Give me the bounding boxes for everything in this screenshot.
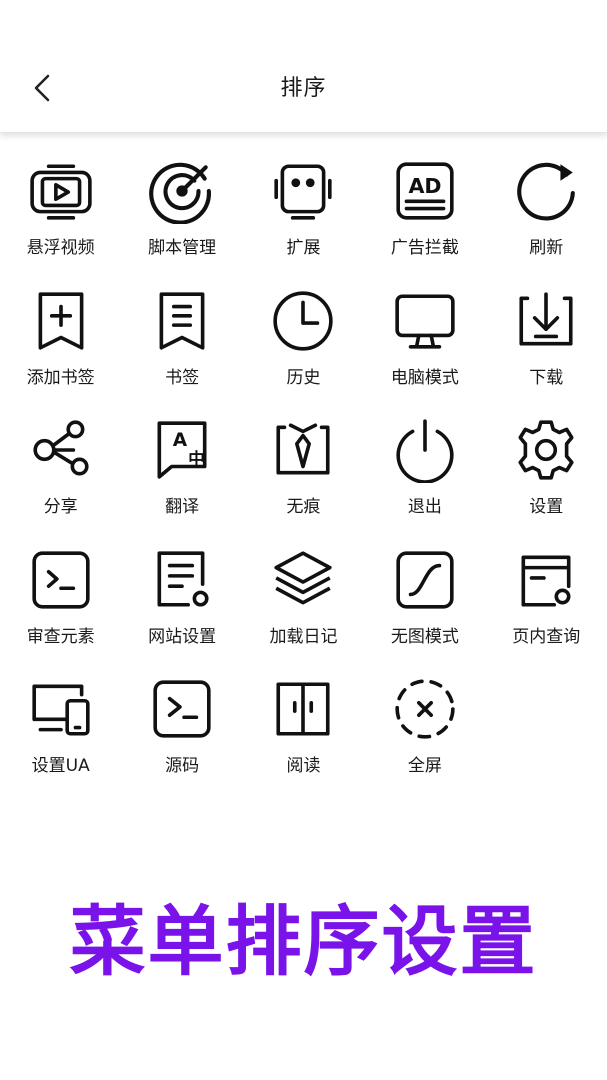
menu-item-add-bookmark[interactable]: 添加书签 — [0, 285, 121, 415]
menu-item-label: 无图模式 — [390, 626, 459, 647]
menu-item-label: 历史 — [286, 367, 321, 388]
menu-item-find-in-page[interactable]: 页内查询 — [486, 544, 607, 674]
translate-icon: A 中 — [146, 414, 218, 486]
svg-text:AD: AD — [408, 174, 441, 198]
menu-item-refresh[interactable]: 刷新 — [486, 155, 607, 285]
reader-icon — [267, 673, 339, 745]
menu-item-label: 加载日记 — [269, 626, 338, 647]
menu-item-label: 网站设置 — [148, 626, 217, 647]
script-target-icon — [146, 155, 218, 227]
menu-item-label: 源码 — [165, 756, 200, 776]
menu-item-label: 广告拦截 — [390, 238, 459, 258]
layers-log-icon — [267, 544, 339, 616]
menu-item-label: 设置 — [529, 497, 564, 517]
site-settings-icon — [146, 544, 218, 616]
menu-item-label: 无痕 — [286, 497, 321, 517]
menu-item-load-log[interactable]: 加载日记 — [243, 544, 364, 674]
menu-item-label: 添加书签 — [26, 367, 95, 388]
menu-item-desktop-mode[interactable]: 电脑模式 — [364, 285, 485, 415]
history-clock-icon — [267, 285, 339, 357]
menu-item-source-code[interactable]: 源码 — [121, 673, 242, 803]
gear-icon — [510, 414, 582, 486]
source-code-icon — [146, 673, 218, 745]
menu-item-set-ua[interactable]: 设置UA — [0, 673, 121, 803]
menu-item-label: 电脑模式 — [390, 367, 459, 388]
menu-item-label: 分享 — [43, 497, 78, 517]
menu-item-bookmarks[interactable]: 书签 — [121, 285, 242, 415]
menu-item-label: 审查元素 — [26, 626, 95, 647]
menu-item-label: 页内查询 — [512, 626, 581, 647]
top-bar: 排序 — [0, 0, 607, 133]
menu-item-label: 扩展 — [286, 238, 321, 258]
menu-item-label: 脚本管理 — [148, 238, 217, 258]
menu-item-label: 阅读 — [286, 756, 321, 776]
menu-item-label: 下载 — [529, 367, 564, 388]
menu-item-label: 刷新 — [529, 238, 564, 258]
menu-item-no-image-mode[interactable]: 无图模式 — [364, 544, 485, 674]
fullscreen-icon — [389, 673, 461, 745]
share-icon — [25, 414, 97, 486]
menu-item-label: 悬浮视频 — [26, 238, 95, 258]
menu-item-inspect-element[interactable]: 审查元素 — [0, 544, 121, 674]
power-exit-icon — [389, 414, 461, 486]
incognito-icon — [267, 414, 339, 486]
ad-block-icon: AD — [389, 155, 461, 227]
menu-item-exit[interactable]: 退出 — [364, 414, 485, 544]
menu-item-history[interactable]: 历史 — [243, 285, 364, 415]
floating-video-icon — [25, 155, 97, 227]
svg-text:A: A — [173, 430, 188, 451]
menu-item-incognito[interactable]: 无痕 — [243, 414, 364, 544]
menu-grid: 悬浮视频 脚本管理 扩展 AD 广告拦截 刷新 添加书签 书签 历史 电脑模式 … — [0, 155, 607, 803]
menu-item-label: 翻译 — [165, 497, 200, 517]
extension-robot-icon — [267, 155, 339, 227]
menu-item-downloads[interactable]: 下载 — [486, 285, 607, 415]
page-title: 排序 — [280, 76, 327, 101]
user-agent-devices-icon — [25, 673, 97, 745]
promo-banner-text: 菜单排序设置 — [69, 897, 538, 986]
find-in-page-icon — [510, 544, 582, 616]
menu-item-ad-block[interactable]: AD 广告拦截 — [364, 155, 485, 285]
inspect-terminal-icon — [25, 544, 97, 616]
add-bookmark-icon — [25, 285, 97, 357]
download-icon — [510, 285, 582, 357]
menu-item-reader[interactable]: 阅读 — [243, 673, 364, 803]
menu-item-label: 设置UA — [31, 756, 90, 776]
menu-item-floating-video[interactable]: 悬浮视频 — [0, 155, 121, 285]
no-image-icon — [389, 544, 461, 616]
menu-item-share[interactable]: 分享 — [0, 414, 121, 544]
menu-item-script-manager[interactable]: 脚本管理 — [121, 155, 242, 285]
menu-item-label: 全屏 — [407, 756, 442, 776]
menu-item-label: 书签 — [165, 367, 200, 388]
menu-item-label: 退出 — [407, 497, 442, 517]
menu-item-site-settings[interactable]: 网站设置 — [121, 544, 242, 674]
menu-item-extensions[interactable]: 扩展 — [243, 155, 364, 285]
menu-item-fullscreen[interactable]: 全屏 — [364, 673, 485, 803]
bookmark-icon — [146, 285, 218, 357]
refresh-icon — [510, 155, 582, 227]
menu-item-settings[interactable]: 设置 — [486, 414, 607, 544]
svg-text:中: 中 — [188, 448, 205, 468]
menu-item-translate[interactable]: A 中 翻译 — [121, 414, 242, 544]
desktop-mode-icon — [389, 285, 461, 357]
